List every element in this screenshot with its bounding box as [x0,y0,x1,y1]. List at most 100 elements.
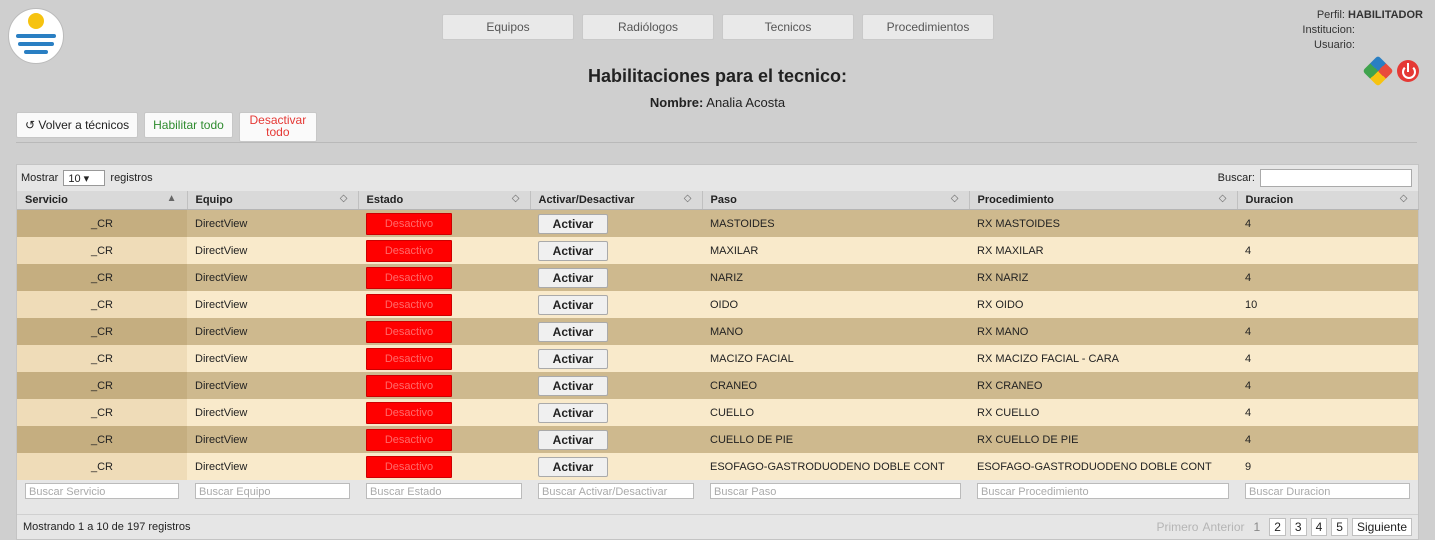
cell-estado: Desactivo [358,237,530,264]
action-buttons: ↺ Volver a técnicos Habilitar todo Desac… [16,112,317,142]
activar-button[interactable]: Activar [538,402,608,423]
page-5-button[interactable]: 5 [1331,518,1348,536]
activar-button[interactable]: Activar [538,456,608,477]
cell-estado: Desactivo [358,345,530,372]
table-row: _CR DirectView Desactivo Activar ESOFAGO-GAS… [17,453,1418,480]
cell-duracion: 4 [1237,237,1418,264]
estado-desactivo-button[interactable]: Desactivo [366,212,452,235]
cell-equipo: DirectView [187,264,358,291]
activar-button[interactable]: Activar [538,348,608,369]
page-3-button[interactable]: 3 [1289,518,1307,536]
filter-estado-input[interactable]: Buscar Estado [366,483,522,499]
filter-servicio-input[interactable]: Buscar Servicio [25,483,179,499]
filter-activar-input[interactable]: Buscar Activar/Desactivar [538,483,694,499]
estado-desactivo-button[interactable]: Desactivo [366,266,452,289]
activar-button[interactable]: Activar [538,267,608,288]
usuario-label: Usuario: [1314,39,1355,51]
cell-equipo: DirectView [187,291,358,318]
nombre-label: Nombre: [649,95,704,110]
activar-button[interactable]: Activar [538,429,608,450]
cell-procedimiento: RX MACIZO FACIAL - CARA [969,345,1237,372]
cell-equipo: DirectView [187,318,358,345]
estado-desactivo-button[interactable]: Desactivo [366,320,452,343]
col-equipo[interactable]: Equipo ◇ [187,191,359,210]
filter-procedimiento-input[interactable]: Buscar Procedimiento [977,483,1229,499]
records-info: Mostrando 1 a 10 de 197 registros [23,521,191,533]
filter-duracion-input[interactable]: Buscar Duracion [1245,483,1410,499]
back-label: Volver a técnicos [38,118,130,132]
data-table: Servicio ▲ Equipo ◇ Estado ◇ Activar/Desact… [17,191,1419,502]
prev-page-button[interactable]: Anterior [1202,520,1244,534]
cell-accion: Activar [530,372,702,399]
cell-procedimiento: RX MANO [969,318,1237,345]
cell-equipo: DirectView [187,453,358,480]
cell-estado: Desactivo [358,399,530,426]
cell-servicio: _CR [17,426,187,453]
cell-accion: Activar [530,264,702,291]
activar-button[interactable]: Activar [538,294,608,315]
activar-button[interactable]: Activar [538,321,608,342]
estado-desactivo-button[interactable]: Desactivo [366,401,452,424]
activar-button[interactable]: Activar [538,213,608,234]
sort-both-icon: ◇ [950,193,959,204]
page-2-button[interactable]: 2 [1269,518,1286,536]
cell-procedimiento: RX CRANEO [969,372,1237,399]
table-row: _CR DirectView Desactivo Activar MACIZO FACI… [17,345,1418,372]
back-to-tecnicos-button[interactable]: ↺ Volver a técnicos [16,112,139,138]
cell-estado: Desactivo [358,318,530,345]
activar-button[interactable]: Activar [538,375,608,396]
col-activar-desactivar[interactable]: Activar/Desactivar ◇ [530,191,703,210]
col-estado[interactable]: Estado ◇ [358,191,531,210]
nav-equipos[interactable]: Equipos [442,14,574,40]
estado-desactivo-button[interactable]: Desactivo [366,455,452,478]
cell-duracion: 4 [1237,426,1418,453]
cell-equipo: DirectView [187,372,358,399]
col-servicio[interactable]: Servicio ▲ [17,191,188,210]
disable-all-button[interactable]: Desactivar todo [238,112,317,142]
page-4-button[interactable]: 4 [1310,518,1328,536]
nav-tecnicos[interactable]: Tecnicos [722,14,854,40]
perfil-label: Perfil: [1316,9,1345,21]
table-row: _CR DirectView Desactivo Activar NARIZ RX NAR… [17,264,1418,291]
nav-procedimientos[interactable]: Procedimientos [862,14,994,40]
cell-procedimiento: RX CUELLO DE PIE [969,426,1237,453]
col-paso[interactable]: Paso ◇ [702,191,970,210]
table-footer: Mostrando 1 a 10 de 197 registros Primer… [17,514,1418,539]
sort-both-icon: ◇ [1218,193,1227,204]
estado-desactivo-button[interactable]: Desactivo [366,239,452,262]
tecnico-name: Nombre: Analia Acosta [0,95,1435,110]
cell-equipo: DirectView [187,399,358,426]
cell-duracion: 9 [1237,453,1418,480]
table-row: _CR DirectView Desactivo Activar MANO RX MANO… [17,318,1418,345]
page-length-select[interactable]: 10 ▾ [63,170,106,186]
filter-paso-input[interactable]: Buscar Paso [710,483,961,499]
estado-desactivo-button[interactable]: Desactivo [366,428,452,451]
cell-paso: CRANEO [702,372,969,399]
pagination: Primero Anterior 1 2 3 4 5 Siguiente [1156,518,1412,536]
estado-desactivo-button[interactable]: Desactivo [366,347,452,370]
activar-button[interactable]: Activar [538,240,608,261]
cell-duracion: 4 [1237,345,1418,372]
col-procedimiento[interactable]: Procedimiento ◇ [969,191,1238,210]
cell-accion: Activar [530,399,702,426]
first-page-button[interactable]: Primero [1156,520,1198,534]
cell-estado: Desactivo [358,453,530,480]
page-title: Habilitaciones para el tecnico: [587,66,848,86]
page-1-button[interactable]: 1 [1248,518,1266,536]
search-input[interactable] [1260,169,1412,187]
estado-desactivo-button[interactable]: Desactivo [366,293,452,316]
cell-equipo: DirectView [187,209,358,237]
estado-desactivo-button[interactable]: Desactivo [366,374,452,397]
filter-equipo-input[interactable]: Buscar Equipo [195,483,350,499]
table-row: _CR DirectView Desactivo Activar OIDO RX OIDO… [17,291,1418,318]
nav-radiologos[interactable]: Radiólogos [582,14,714,40]
col-duracion[interactable]: Duracion ◇ [1237,191,1419,210]
cell-servicio: _CR [17,291,187,318]
cell-duracion: 4 [1237,264,1418,291]
cell-accion: Activar [530,237,702,264]
cell-paso: OIDO [702,291,969,318]
cell-procedimiento: ESOFAGO-GASTRODUODENO DOBLE CONT [969,453,1237,480]
cell-accion: Activar [530,209,702,237]
enable-all-button[interactable]: Habilitar todo [144,112,233,138]
next-page-button[interactable]: Siguiente [1351,518,1412,536]
